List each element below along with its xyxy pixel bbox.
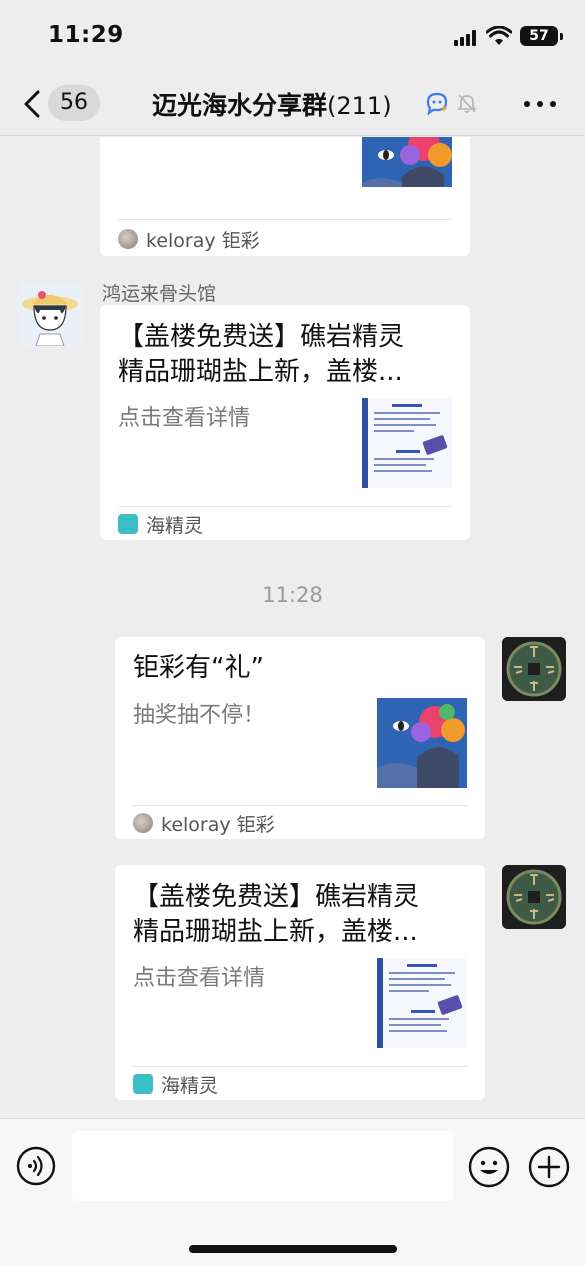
chat-messages[interactable]: keloray 钜彩 鸿运来骨头馆 【盖楼免费送】礁岩精灵 精品珊瑚盐上新，盖楼… — [0, 137, 585, 1118]
card-thumbnail — [362, 398, 452, 488]
card-divider — [133, 805, 467, 806]
message-timestamp: 11:28 — [262, 583, 323, 607]
avatar[interactable] — [502, 637, 566, 701]
source-name: keloray 钜彩 — [161, 813, 275, 836]
group-name: 迈光海水分享群 — [152, 91, 328, 120]
card-source: 海精灵 — [133, 1071, 218, 1097]
link-card-message[interactable]: 【盖楼免费送】礁岩精灵 精品珊瑚盐上新，盖楼... 点击查看详情 海精灵 — [100, 305, 470, 540]
link-card-message[interactable]: keloray 钜彩 — [100, 137, 470, 256]
keloray-logo-icon — [133, 813, 153, 833]
unread-count-badge[interactable]: 56 — [48, 85, 100, 121]
ai-assistant-icon[interactable] — [425, 91, 449, 115]
link-card-message[interactable]: 【盖楼免费送】礁岩精灵 精品珊瑚盐上新，盖楼... 点击查看详情 海精灵 — [115, 865, 485, 1100]
source-name: keloray 钜彩 — [146, 229, 260, 252]
avatar[interactable] — [18, 282, 82, 346]
link-card-message[interactable]: 钜彩有“礼” 抽奖抽不停！ keloray 钜彩 — [115, 637, 485, 839]
member-count: (211) — [327, 92, 392, 120]
group-title[interactable]: 迈光海水分享群(211) — [152, 86, 392, 122]
bell-muted-icon — [457, 94, 477, 113]
card-description: 点击查看详情 — [118, 406, 251, 431]
sender-name: 鸿运来骨头馆 — [102, 283, 217, 305]
card-thumbnail — [377, 698, 467, 788]
hai-jingling-logo-icon — [118, 514, 138, 534]
keloray-logo-icon — [118, 229, 138, 249]
wifi-icon — [486, 26, 512, 45]
plus-icon[interactable] — [528, 1146, 570, 1188]
card-divider — [118, 219, 452, 220]
card-thumbnail — [362, 137, 452, 187]
more-icon[interactable] — [522, 92, 558, 114]
card-thumbnail — [377, 958, 467, 1048]
status-bar: 11:29 57 — [0, 0, 585, 72]
card-title: 【盖楼免费送】礁岩精灵 精品珊瑚盐上新，盖楼... — [118, 322, 405, 387]
source-name: 海精灵 — [161, 1074, 219, 1097]
card-description: 点击查看详情 — [133, 966, 266, 991]
battery-icon: 57 — [520, 26, 563, 46]
card-source: keloray 钜彩 — [133, 810, 275, 836]
source-name: 海精灵 — [146, 514, 204, 537]
voice-icon[interactable] — [16, 1146, 56, 1186]
message-input-bar — [0, 1118, 585, 1266]
status-time: 11:29 — [48, 22, 124, 48]
chat-header: 56 迈光海水分享群(211) — [0, 72, 585, 136]
cellular-signal-icon — [454, 30, 480, 46]
home-indicator — [189, 1245, 397, 1253]
message-text-input[interactable] — [72, 1131, 453, 1201]
card-title: 钜彩有“礼” — [133, 653, 264, 683]
card-title: 【盖楼免费送】礁岩精灵 精品珊瑚盐上新，盖楼... — [133, 882, 420, 947]
emoji-icon[interactable] — [468, 1146, 510, 1188]
avatar[interactable] — [502, 865, 566, 929]
card-divider — [118, 506, 452, 507]
card-source: 海精灵 — [118, 511, 203, 537]
card-description: 抽奖抽不停！ — [133, 703, 266, 728]
hai-jingling-logo-icon — [133, 1074, 153, 1094]
chevron-left-icon[interactable] — [20, 88, 44, 120]
card-source: keloray 钜彩 — [118, 226, 260, 252]
card-divider — [133, 1066, 467, 1067]
